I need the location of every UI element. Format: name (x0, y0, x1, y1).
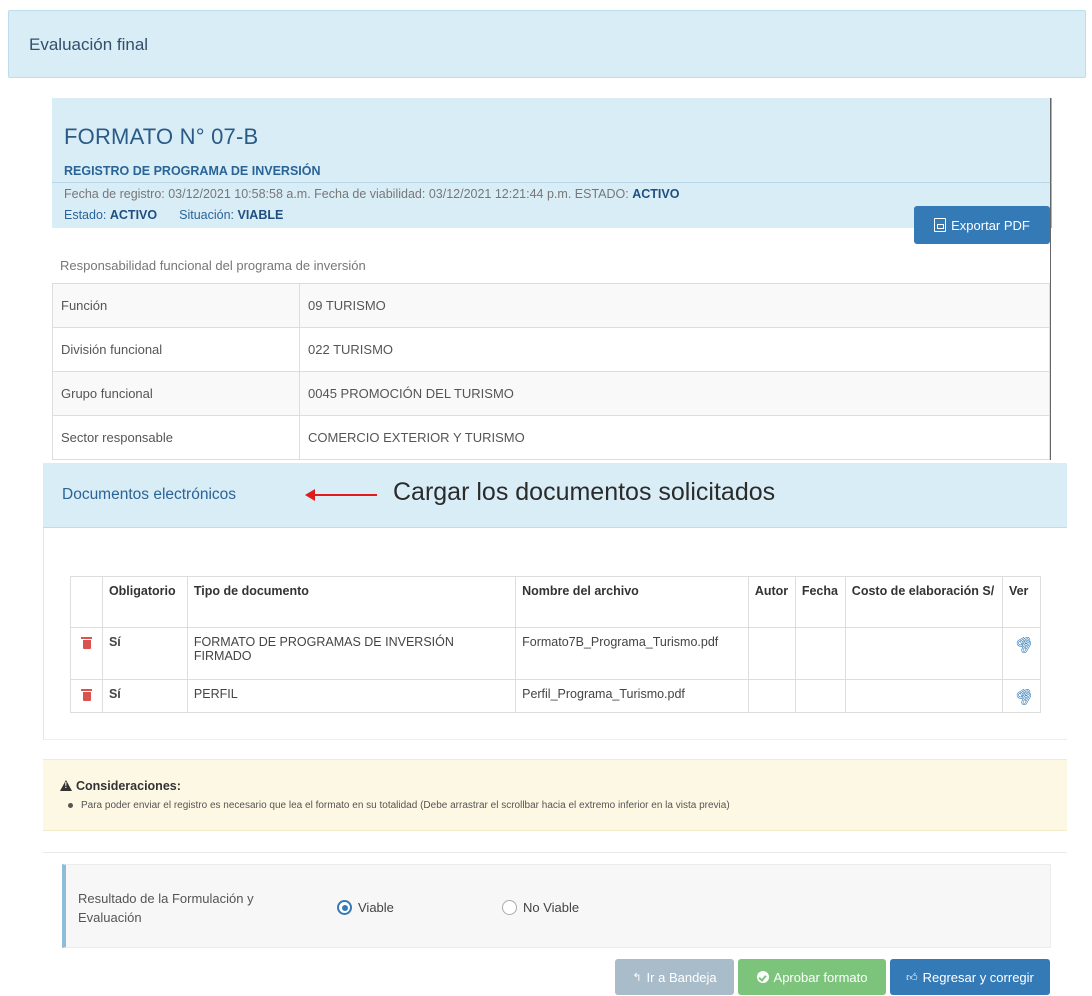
row-key: Sector responsable (52, 415, 300, 460)
documentos-table: Obligatorio Tipo de documento Nombre del… (70, 576, 1042, 713)
row-value: 0045 PROMOCIÓN DEL TURISMO (299, 371, 1050, 416)
col-archivo: Nombre del archivo (515, 576, 749, 628)
col-tipo: Tipo de documento (186, 576, 517, 628)
fecha-cell (794, 627, 846, 680)
alert-item: Para poder enviar el registro es necesar… (68, 800, 730, 811)
view-cell: 🖇︎ (1001, 627, 1042, 680)
col-obligatorio: Obligatorio (101, 576, 188, 628)
radio-no-viable-label: No Viable (523, 900, 580, 915)
regresar-corregir-button[interactable]: 👍︎ Regresar y corregir (890, 959, 1050, 995)
warning-icon (60, 780, 72, 791)
registration-meta: Fecha de registro: 03/12/2021 10:58:58 a… (64, 187, 680, 201)
radio-selected-icon[interactable] (337, 900, 352, 915)
panel-border (1050, 98, 1051, 460)
documentos-header: Documentos electrónicos Cargar los docum… (43, 463, 1067, 528)
status-line: Estado: ACTIVO Situación: VIABLE (64, 208, 284, 222)
meta-estado-value: ACTIVO (632, 187, 680, 201)
archivo-cell: Perfil_Programa_Turismo.pdf (515, 679, 749, 713)
documentos-title: Documentos electrónicos (62, 486, 237, 503)
table-row: Función 09 TURISMO (52, 283, 1050, 328)
divider (52, 182, 1052, 183)
formato-panel: FORMATO N° 07-B REGISTRO DE PROGRAMA DE … (52, 98, 1052, 228)
delete-cell (70, 627, 103, 680)
trash-icon[interactable] (81, 636, 92, 649)
col-actions (70, 576, 103, 628)
fecha-cell (794, 679, 846, 713)
reply-icon: ↰ (632, 971, 642, 984)
autor-cell (747, 679, 796, 713)
radio-no-viable[interactable]: No Viable (502, 900, 579, 915)
paperclip-icon[interactable]: 🖇︎ (1011, 631, 1037, 657)
view-cell: 🖇︎ (1001, 679, 1042, 713)
radio-viable-label: Viable (358, 900, 394, 915)
row-key: Función (52, 283, 300, 328)
consideraciones-alert: Consideraciones: Para poder enviar el re… (43, 759, 1067, 831)
col-autor: Autor (747, 576, 796, 628)
thumbs-up-icon: 👍︎ (906, 971, 918, 984)
costo-cell (844, 627, 1003, 680)
upload-annotation: Cargar los documentos solicitados (393, 478, 776, 506)
resultado-label: Resultado de la Formulación y Evaluación (78, 891, 254, 925)
estado-value: ACTIVO (109, 208, 158, 222)
table-row: Sector responsable COMERCIO EXTERIOR Y TU… (52, 415, 1050, 460)
ir-a-bandeja-button[interactable]: ↰ Ir a Bandeja (615, 959, 734, 995)
autor-cell (747, 627, 796, 680)
obligatorio-cell: Sí (101, 627, 188, 680)
evaluation-header: Evaluación final (8, 10, 1086, 78)
obligatorio-cell: Sí (101, 679, 188, 713)
arrow-left-icon (305, 489, 377, 501)
col-costo: Costo de elaboración S/ (844, 576, 1003, 628)
export-pdf-label: Exportar PDF (951, 217, 1030, 233)
col-ver: Ver (1001, 576, 1042, 628)
bandeja-label: Ir a Bandeja (646, 969, 717, 985)
export-pdf-button[interactable]: Exportar PDF (914, 206, 1050, 244)
trash-icon[interactable] (81, 688, 92, 701)
situacion-value: VIABLE (237, 208, 284, 222)
row-key: División funcional (52, 327, 300, 372)
radio-unselected-icon[interactable] (502, 900, 517, 915)
page-title: Evaluación final (29, 35, 149, 54)
alert-title: Consideraciones: (60, 779, 181, 793)
tipo-cell: PERFIL (186, 679, 517, 713)
delete-cell (70, 679, 103, 713)
table-row: Sí FORMATO DE PROGRAMAS DE INVERSIÓN FIR… (70, 627, 1042, 680)
responsabilidad-table: Función 09 TURISMO División funcional 022 … (52, 283, 1050, 460)
tipo-cell: FORMATO DE PROGRAMAS DE INVERSIÓN FIRMAD… (186, 627, 517, 680)
row-value: 09 TURISMO (299, 283, 1050, 328)
table-header-row: Obligatorio Tipo de documento Nombre del… (70, 576, 1042, 628)
responsabilidad-label: Responsabilidad funcional del programa d… (60, 258, 366, 273)
table-row: Grupo funcional 0045 PROMOCIÓN DEL TURISM… (52, 371, 1050, 416)
col-fecha: Fecha (794, 576, 846, 628)
row-key: Grupo funcional (52, 371, 300, 416)
formato-title: FORMATO N° 07-B (64, 124, 259, 149)
resultado-panel: Resultado de la Formulación y Evaluación… (62, 864, 1051, 948)
formato-subtitle: REGISTRO DE PROGRAMA DE INVERSIÓN (64, 164, 321, 178)
table-row: Sí PERFIL Perfil_Programa_Turismo.pdf 🖇︎ (70, 679, 1042, 713)
paperclip-icon[interactable]: 🖇︎ (1011, 683, 1037, 709)
table-row: División funcional 022 TURISMO (52, 327, 1050, 372)
pdf-file-icon (934, 218, 947, 232)
costo-cell (844, 679, 1003, 713)
row-value: COMERCIO EXTERIOR Y TURISMO (299, 415, 1050, 460)
aprobar-formato-button[interactable]: Aprobar formato (738, 959, 886, 995)
archivo-cell: Formato7B_Programa_Turismo.pdf (515, 627, 749, 680)
aprobar-label: Aprobar formato (773, 969, 868, 985)
radio-viable[interactable]: Viable (337, 900, 394, 915)
check-circle-icon (756, 971, 769, 983)
regresar-label: Regresar y corregir (922, 969, 1034, 985)
row-value: 022 TURISMO (299, 327, 1050, 372)
